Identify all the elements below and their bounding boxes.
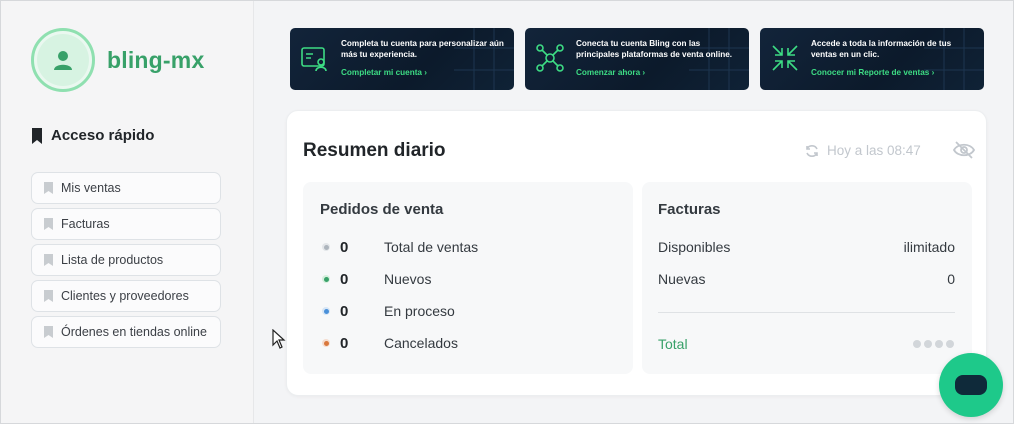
order-label: Cancelados xyxy=(384,335,458,351)
invoice-label: Disponibles xyxy=(658,239,731,255)
order-label: Nuevos xyxy=(384,271,432,287)
chat-button[interactable] xyxy=(939,353,1003,417)
quick-item-ordenes-tiendas[interactable]: Órdenes en tiendas online xyxy=(31,316,221,348)
invoice-row-available: Disponibles ilimitado xyxy=(658,239,955,255)
invoice-row-new: Nuevas 0 xyxy=(658,271,955,287)
updated-time: Hoy a las 08:47 xyxy=(827,143,921,158)
quick-item-mis-ventas[interactable]: Mis ventas xyxy=(31,172,221,204)
order-row-total[interactable]: 0 Total de ventas xyxy=(322,237,478,257)
invoices-title: Facturas xyxy=(658,201,721,218)
order-row-cancelled[interactable]: 0 Cancelados xyxy=(322,333,458,353)
order-label: Total de ventas xyxy=(384,239,479,255)
order-count: 0 xyxy=(340,302,349,320)
bookmark-icon xyxy=(44,326,53,338)
account-header[interactable]: bling-mx xyxy=(31,28,204,92)
orders-title: Pedidos de venta xyxy=(320,201,444,218)
app-frame: bling-mx Acceso rápido Mis ventas Factur… xyxy=(0,0,1014,424)
user-icon xyxy=(54,51,72,70)
bookmark-icon xyxy=(44,218,53,230)
order-count: 0 xyxy=(340,270,349,288)
bookmark-icon xyxy=(44,290,53,302)
order-label: En proceso xyxy=(384,303,455,319)
network-nodes-icon xyxy=(536,44,564,72)
invoices-panel: Facturas Disponibles ilimitado Nuevas 0 … xyxy=(642,182,972,374)
banner-link-start-now[interactable]: Comenzar ahora › xyxy=(576,68,645,77)
invoice-value: ilimitado xyxy=(903,239,955,255)
refresh-button[interactable]: Hoy a las 08:47 xyxy=(805,143,921,158)
invoice-value: 0 xyxy=(947,271,955,287)
quick-access-list: Mis ventas Facturas Lista de productos C… xyxy=(31,172,221,352)
summary-title: Resumen diario xyxy=(303,140,446,161)
bookmark-icon xyxy=(44,254,53,266)
quick-item-lista-productos[interactable]: Lista de productos xyxy=(31,244,221,276)
bookmark-icon xyxy=(44,182,53,194)
refresh-icon xyxy=(806,144,818,157)
profile-card-icon xyxy=(301,47,327,72)
banner-link-complete-account[interactable]: Completar mi cuenta › xyxy=(341,68,427,77)
banner-connect-platforms[interactable]: Conecta tu cuenta Bling con las principa… xyxy=(525,28,749,90)
sidebar: bling-mx Acceso rápido Mis ventas Factur… xyxy=(1,1,254,423)
banner-text: Completa tu cuenta para personalizar aún… xyxy=(341,39,504,59)
quick-access-title: Acceso rápido xyxy=(31,127,154,144)
account-name: bling-mx xyxy=(107,46,205,73)
collapse-arrows-icon xyxy=(772,45,798,71)
banner-text: Conecta tu cuenta Bling con las principa… xyxy=(576,39,733,59)
hide-values-icon[interactable] xyxy=(953,141,975,159)
invoice-label: Nuevas xyxy=(658,271,706,287)
chat-bubble-icon xyxy=(955,375,987,395)
avatar[interactable] xyxy=(31,28,95,92)
order-row-new[interactable]: 0 Nuevos xyxy=(322,269,431,289)
daily-summary-card: Resumen diario Hoy a las 08:47 Pedidos d… xyxy=(286,110,987,396)
order-count: 0 xyxy=(340,334,349,352)
order-row-in-process[interactable]: 0 En proceso xyxy=(322,301,455,321)
hidden-value-dots xyxy=(910,340,954,348)
banner-sales-report[interactable]: Accede a toda la información de tus vent… xyxy=(760,28,984,90)
status-dot xyxy=(322,243,330,251)
banner-complete-account[interactable]: Completa tu cuenta para personalizar aún… xyxy=(290,28,514,90)
orders-panel: Pedidos de venta 0 Total de ventas 0 Nue… xyxy=(303,182,633,374)
banner-link-sales-report[interactable]: Conocer mi Reporte de ventas › xyxy=(811,68,934,77)
status-dot xyxy=(322,339,330,347)
bookmark-icon xyxy=(32,127,42,144)
status-dot xyxy=(322,307,330,315)
banner-text: Accede a toda la información de tus vent… xyxy=(811,39,952,59)
order-count: 0 xyxy=(340,238,349,256)
quick-item-facturas[interactable]: Facturas xyxy=(31,208,221,240)
status-dot xyxy=(322,275,330,283)
quick-item-clientes-proveedores[interactable]: Clientes y proveedores xyxy=(31,280,221,312)
invoice-total-label: Total xyxy=(658,336,688,352)
mouse-cursor-icon xyxy=(272,329,286,349)
divider xyxy=(658,312,955,313)
